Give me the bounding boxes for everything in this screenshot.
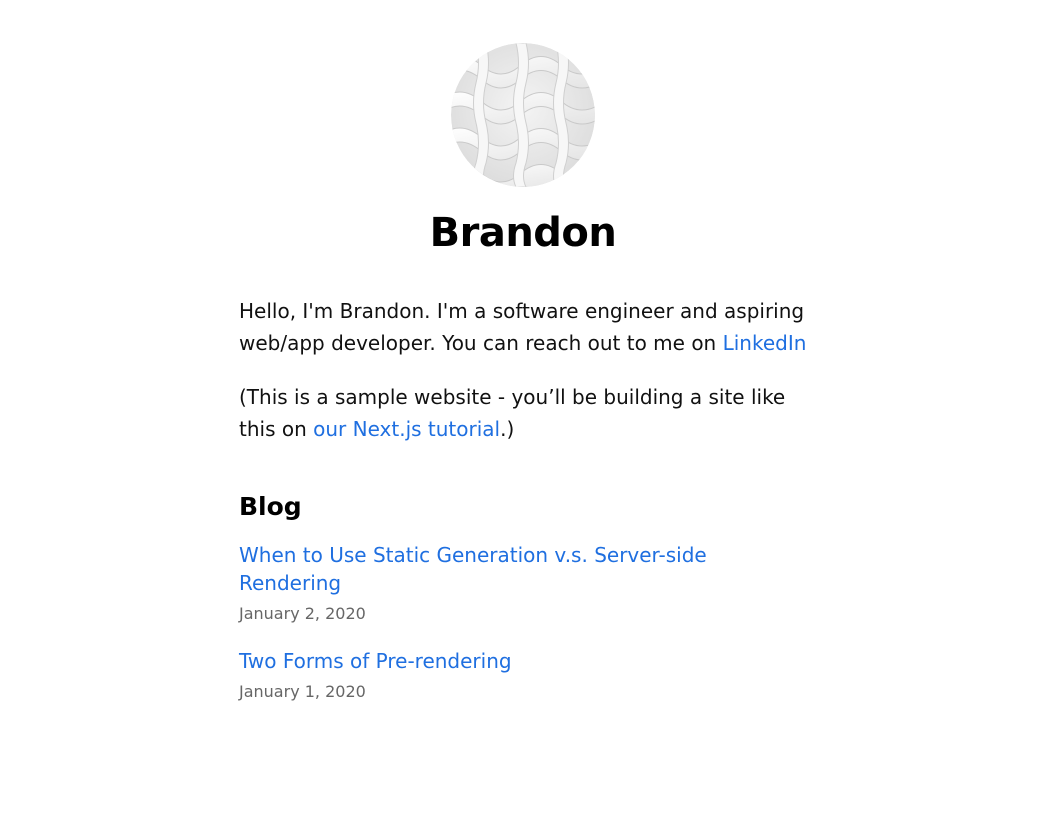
blog-section: Blog When to Use Static Generation v.s. … xyxy=(239,491,807,703)
post-title-link[interactable]: Two Forms of Pre-rendering xyxy=(239,647,512,675)
profile-header: Brandon xyxy=(239,0,807,257)
profile-avatar xyxy=(451,43,595,187)
site-name: Brandon xyxy=(429,210,617,256)
intro-text: Hello, I'm Brandon. I'm a software engin… xyxy=(239,299,805,355)
post-date: January 2, 2020 xyxy=(239,603,366,623)
sample-note-end: .) xyxy=(500,417,515,441)
intro-paragraph: Hello, I'm Brandon. I'm a software engin… xyxy=(239,295,807,359)
post-list: When to Use Static Generation v.s. Serve… xyxy=(239,541,807,703)
intro-section: Hello, I'm Brandon. I'm a software engin… xyxy=(239,295,807,445)
list-item: Two Forms of Pre-rendering January 1, 20… xyxy=(239,647,807,703)
nextjs-tutorial-link[interactable]: our Next.js tutorial xyxy=(313,417,500,441)
post-date: January 1, 2020 xyxy=(239,681,366,701)
blog-heading: Blog xyxy=(239,492,302,521)
list-item: When to Use Static Generation v.s. Serve… xyxy=(239,541,807,625)
linkedin-link[interactable]: LinkedIn xyxy=(723,331,807,355)
page-container: Brandon Hello, I'm Brandon. I'm a softwa… xyxy=(223,0,823,703)
sample-note-paragraph: (This is a sample website - you’ll be bu… xyxy=(239,381,807,445)
post-title-link[interactable]: When to Use Static Generation v.s. Serve… xyxy=(239,541,807,597)
